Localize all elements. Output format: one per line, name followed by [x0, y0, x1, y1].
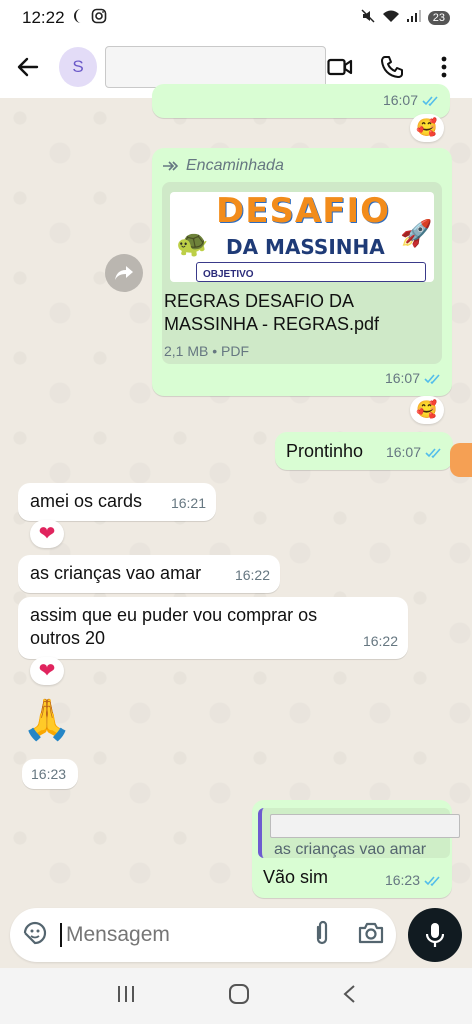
rocket-icon: 🚀	[400, 218, 433, 248]
wifi-icon	[382, 8, 400, 28]
emoji-message[interactable]: 🙏	[22, 696, 72, 743]
reaction-heart[interactable]: ❤	[30, 520, 64, 548]
double-check-icon	[425, 447, 441, 458]
message-time: 16:23	[31, 766, 67, 782]
voice-message-button[interactable]	[408, 908, 462, 962]
message-text: Vão sim	[263, 867, 329, 887]
floating-bubble[interactable]	[450, 443, 472, 477]
message-time: 16:07	[385, 444, 421, 460]
file-name: REGRAS DESAFIO DA MASSINHA - REGRAS.pdf	[164, 291, 380, 334]
message-bubble-outgoing[interactable]: 16:07	[152, 84, 450, 118]
double-check-icon	[422, 95, 438, 106]
instagram-icon	[91, 8, 107, 29]
emoji-time-pill: 16:23	[22, 759, 78, 789]
document-card[interactable]: 🐢 🚀 DESAFIO DA MASSINHA OBJETIVO REGRAS …	[162, 182, 442, 364]
message-time: 16:23	[384, 872, 420, 888]
nav-back-button[interactable]	[342, 984, 356, 1009]
file-info: 2,1 MB • PDF	[164, 343, 250, 359]
signal-icon	[406, 8, 422, 28]
chat-area[interactable]: 16:07 🥰 Encaminhada 🐢 🚀 DESAFIO DA MASSI…	[0, 84, 472, 908]
message-bubble-incoming[interactable]: amei os cards 16:21	[18, 483, 216, 521]
quoted-sender	[270, 814, 460, 838]
reaction-heart[interactable]: ❤	[30, 657, 64, 685]
video-camera-icon	[327, 58, 353, 76]
forwarded-label: Encaminhada	[186, 157, 284, 174]
forward-arrow-icon	[115, 266, 133, 280]
document-message[interactable]: Encaminhada 🐢 🚀 DESAFIO DA MASSINHA OBJE…	[152, 148, 452, 396]
system-nav-bar	[0, 968, 472, 1024]
status-time: 12:22	[22, 8, 65, 27]
message-text: assim que eu puder vou comprar os outros…	[30, 605, 318, 648]
message-text: amei os cards	[30, 491, 143, 511]
message-text: as crianças vao amar	[30, 563, 202, 583]
voice-call-button[interactable]	[378, 53, 406, 81]
chevron-left-icon	[343, 984, 355, 1003]
kebab-menu-icon	[441, 56, 447, 78]
message-bubble-reply[interactable]: as crianças vao amar Vão sim 16:23	[252, 800, 460, 898]
message-time: 16:21	[170, 495, 206, 511]
message-input[interactable]	[60, 923, 280, 947]
home-icon	[229, 983, 249, 1004]
sticker-icon[interactable]	[22, 920, 48, 951]
quoted-text: as crianças vao amar	[274, 841, 427, 858]
message-input-container	[10, 908, 396, 962]
contact-name[interactable]	[105, 46, 326, 88]
thumbnail-title: DESAFIO	[216, 192, 391, 231]
forward-button[interactable]	[105, 254, 143, 292]
document-thumbnail: 🐢 🚀 DESAFIO DA MASSINHA OBJETIVO	[170, 192, 434, 282]
reaction-emoji[interactable]: 🥰	[410, 114, 444, 142]
arrow-left-icon	[18, 57, 39, 77]
camera-icon[interactable]	[358, 922, 384, 949]
message-time: 16:07	[382, 92, 418, 108]
microphone-icon	[426, 923, 444, 947]
recent-apps-icon	[118, 985, 134, 1002]
message-time: 16:07	[384, 370, 420, 386]
heart-icon: ❤	[38, 523, 56, 545]
thumbnail-objective: OBJETIVO	[196, 262, 426, 282]
home-button[interactable]	[228, 983, 250, 1010]
message-time: 16:22	[234, 567, 270, 583]
video-call-button[interactable]	[326, 53, 354, 81]
reaction-emoji[interactable]: 🥰	[410, 396, 444, 424]
status-bar: 12:22 23	[0, 0, 472, 36]
double-check-icon	[424, 373, 440, 384]
thumbnail-subtitle: DA MASSINHA	[226, 235, 385, 259]
back-button[interactable]	[14, 52, 43, 82]
composer	[0, 908, 472, 966]
quoted-message[interactable]: as crianças vao amar	[258, 808, 460, 858]
heart-icon: ❤	[38, 660, 56, 682]
forwarded-icon	[163, 160, 179, 171]
message-bubble-incoming[interactable]: assim que eu puder vou comprar os outros…	[18, 597, 408, 659]
recent-apps-button[interactable]	[116, 985, 136, 1008]
more-options-button[interactable]	[430, 53, 458, 81]
message-text: Prontinho	[286, 441, 364, 461]
turtle-icon: 🐢	[176, 228, 209, 258]
double-check-icon	[424, 875, 440, 886]
message-bubble-outgoing[interactable]: Prontinho 16:07	[275, 432, 453, 470]
message-time: 16:22	[362, 633, 398, 649]
avatar[interactable]: S	[58, 47, 98, 87]
mute-icon	[360, 8, 376, 29]
phone-icon	[381, 56, 403, 78]
attach-icon[interactable]	[312, 919, 332, 952]
message-bubble-incoming[interactable]: as crianças vao amar 16:22	[18, 555, 280, 593]
moon-icon	[73, 8, 85, 29]
battery-icon: 23	[427, 11, 450, 25]
